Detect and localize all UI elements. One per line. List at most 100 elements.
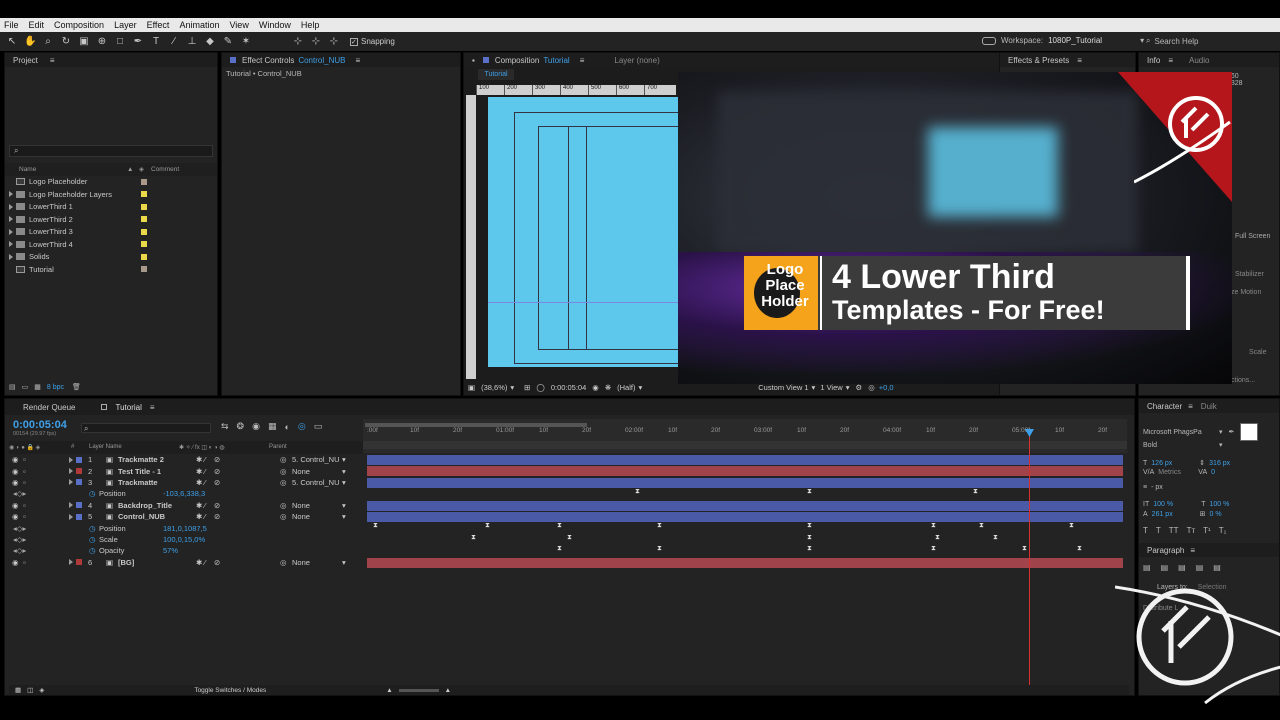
menu-item-help[interactable]: Help [301,20,320,30]
keyframe-icon[interactable]: ⧗ [635,488,640,496]
trash-icon[interactable]: 🗑 [72,383,81,391]
label-color-swatch[interactable] [76,513,82,520]
subscript-icon[interactable]: T₁ [1219,526,1227,535]
stabilizer-label[interactable]: Stabilizer [1235,271,1264,278]
fast-previews-icon[interactable]: ⚙ [855,383,862,392]
project-tab[interactable]: Project ≡ [5,53,217,67]
playhead-line[interactable] [1029,429,1030,691]
views-layout[interactable]: 1 View [820,383,842,392]
menu-icon[interactable]: ≡ [355,56,360,65]
lock-icon[interactable]: ▫ [23,455,35,464]
stopwatch-icon[interactable]: ◷ [89,546,99,555]
layer-duration-bar[interactable] [367,455,1123,465]
property-row[interactable]: ◂◇▸ ◷ Opacity 57% [9,545,364,556]
rotate-tool-icon[interactable]: ↻ [60,36,72,48]
character-tab[interactable]: Character [1147,402,1182,411]
expand-triangle-icon[interactable] [69,502,73,509]
draft-3d-icon[interactable]: ❂ [237,421,245,432]
menu-item-file[interactable]: File [4,20,19,30]
label-tag-icon[interactable]: ◈ [139,165,151,173]
layer-name[interactable]: Trackmatte [118,478,190,487]
tracking-value[interactable]: 0 [1211,469,1215,476]
chevron-down-icon[interactable]: ▾ [846,383,850,392]
visibility-eye-icon[interactable]: ◉ [9,501,23,510]
expand-triangle-icon[interactable] [69,559,73,566]
align-right-icon[interactable]: ▤ [1178,563,1186,572]
timeline-search-input[interactable]: ⌕ [81,423,211,433]
lock-icon[interactable]: ▪ [472,56,475,65]
duik-tab[interactable]: Duik [1201,402,1217,411]
menu-icon[interactable]: ≡ [1077,56,1082,65]
layer-row[interactable]: ◉ ▫ 2 ▣ Test Title - 1 ✱ ⁄ ⊘ ◎ None ▾ [9,465,364,476]
expand-triangle-icon[interactable] [69,468,73,475]
keyframe-icon[interactable]: ⧗ [973,488,978,496]
faux-italic-icon[interactable]: T [1156,526,1161,535]
lock-icon[interactable]: ▫ [23,512,35,521]
mask-icon[interactable]: ◯ [536,383,544,392]
axis-world-icon[interactable]: ⊹ [310,36,322,48]
full-screen-label[interactable]: Full Screen [1235,233,1270,240]
chevron-down-icon[interactable]: ▾ [342,501,346,510]
keyframe-icon[interactable]: ⧗ [471,534,476,542]
project-item[interactable]: Logo Placeholder [5,176,217,189]
property-row[interactable]: ◂◇▸ ◷ Scale 100,0,15,0% [9,534,364,545]
parent-select[interactable]: None [292,558,342,567]
keyframe-icon[interactable]: ⧗ [1022,545,1027,553]
kerning-value[interactable]: Metrics [1158,469,1198,476]
chevron-down-icon[interactable]: ▾ [812,383,816,392]
fit-icon[interactable]: ▣ [468,383,475,392]
work-area-bar[interactable] [365,423,587,427]
pen-tool-icon[interactable]: ✒ [132,36,144,48]
small-caps-icon[interactable]: Tт [1187,526,1196,535]
expand-triangle-icon[interactable] [9,191,13,198]
keyframe-icon[interactable]: ⧗ [657,522,662,530]
menu-item-window[interactable]: Window [259,20,291,30]
color-channels-icon[interactable]: ❋ [605,383,611,392]
zoom-in-icon[interactable]: ▲ [445,687,451,694]
keyframe-icon[interactable]: ⧗ [807,488,812,496]
chevron-down-icon[interactable]: ▾ [342,558,346,567]
lock-icon[interactable]: ▫ [23,501,35,510]
property-row[interactable]: ◂◇▸ ◷ Position 181,0,1087,5 [9,522,364,533]
pickwhip-icon[interactable]: ◎ [280,478,292,487]
camera-tool-icon[interactable]: ▣ [78,36,90,48]
layer-row[interactable]: ◉ ▫ 3 ▣ Trackmatte ✱ ⁄ ⊘ ◎ 5. Control_NU ▾ [9,477,364,488]
view-select[interactable]: Custom View 1 [758,383,808,392]
close-icon[interactable] [101,404,108,410]
layer-row[interactable]: ◉ ▫ 4 ▣ Backdrop_Title ✱ ⁄ ⊘ ◎ None ▾ [9,500,364,511]
modes-icon[interactable]: ◫ [27,686,33,694]
faux-bold-icon[interactable]: T [1143,526,1148,535]
label-color-swatch[interactable] [141,253,147,260]
menu-item-animation[interactable]: Animation [179,20,219,30]
baseline-value[interactable]: 261 px [1152,511,1200,518]
expand-triangle-icon[interactable] [9,203,13,210]
project-item[interactable]: Logo Placeholder Layers [5,188,217,201]
stroke-width-value[interactable]: - px [1151,484,1163,491]
chevron-down-icon[interactable]: ▾ [342,478,346,487]
property-row[interactable]: ◂◇▸ ◷ Position -103,6,338,3 [9,488,364,499]
pickwhip-icon[interactable]: ◎ [280,558,292,567]
label-color-swatch[interactable] [141,266,147,273]
audio-tab[interactable]: Audio [1189,56,1209,65]
font-family-select[interactable]: Microsoft PhagsPa ▾ ✒ [1143,423,1275,441]
label-color-swatch[interactable] [76,559,82,566]
project-item[interactable]: LowerThird 2 [5,213,217,226]
label-color-swatch[interactable] [141,228,147,235]
keyframe-nav-icon[interactable]: ◂◇▸ [9,489,37,498]
type-tool-icon[interactable]: T [150,36,162,48]
frame-blending-icon[interactable]: ▦ [268,421,277,432]
sort-icon[interactable]: ▲ [127,166,139,173]
layer-switches-icon[interactable]: ✱ ⁄ ⊘ [190,558,280,567]
visibility-eye-icon[interactable]: ◉ [9,467,23,476]
chevron-down-icon[interactable]: ▾ [342,512,346,521]
layer-switches-icon[interactable]: ✱ ⁄ ⊘ [190,478,280,487]
label-color-swatch[interactable] [76,479,82,486]
project-item[interactable]: LowerThird 1 [5,201,217,214]
effect-controls-tab[interactable]: Effect Controls Control_NUB ≡ [222,53,460,67]
roto-brush-tool-icon[interactable]: ✎ [222,36,234,48]
vertical-scale-value[interactable]: 100 % [1153,501,1201,508]
keyframe-icon[interactable]: ⧗ [373,522,378,530]
motion-blur-icon[interactable]: ◐ [284,422,289,432]
parent-select[interactable]: None [292,501,342,510]
layer-switches-icon[interactable]: ✱ ⁄ ⊘ [190,455,280,464]
